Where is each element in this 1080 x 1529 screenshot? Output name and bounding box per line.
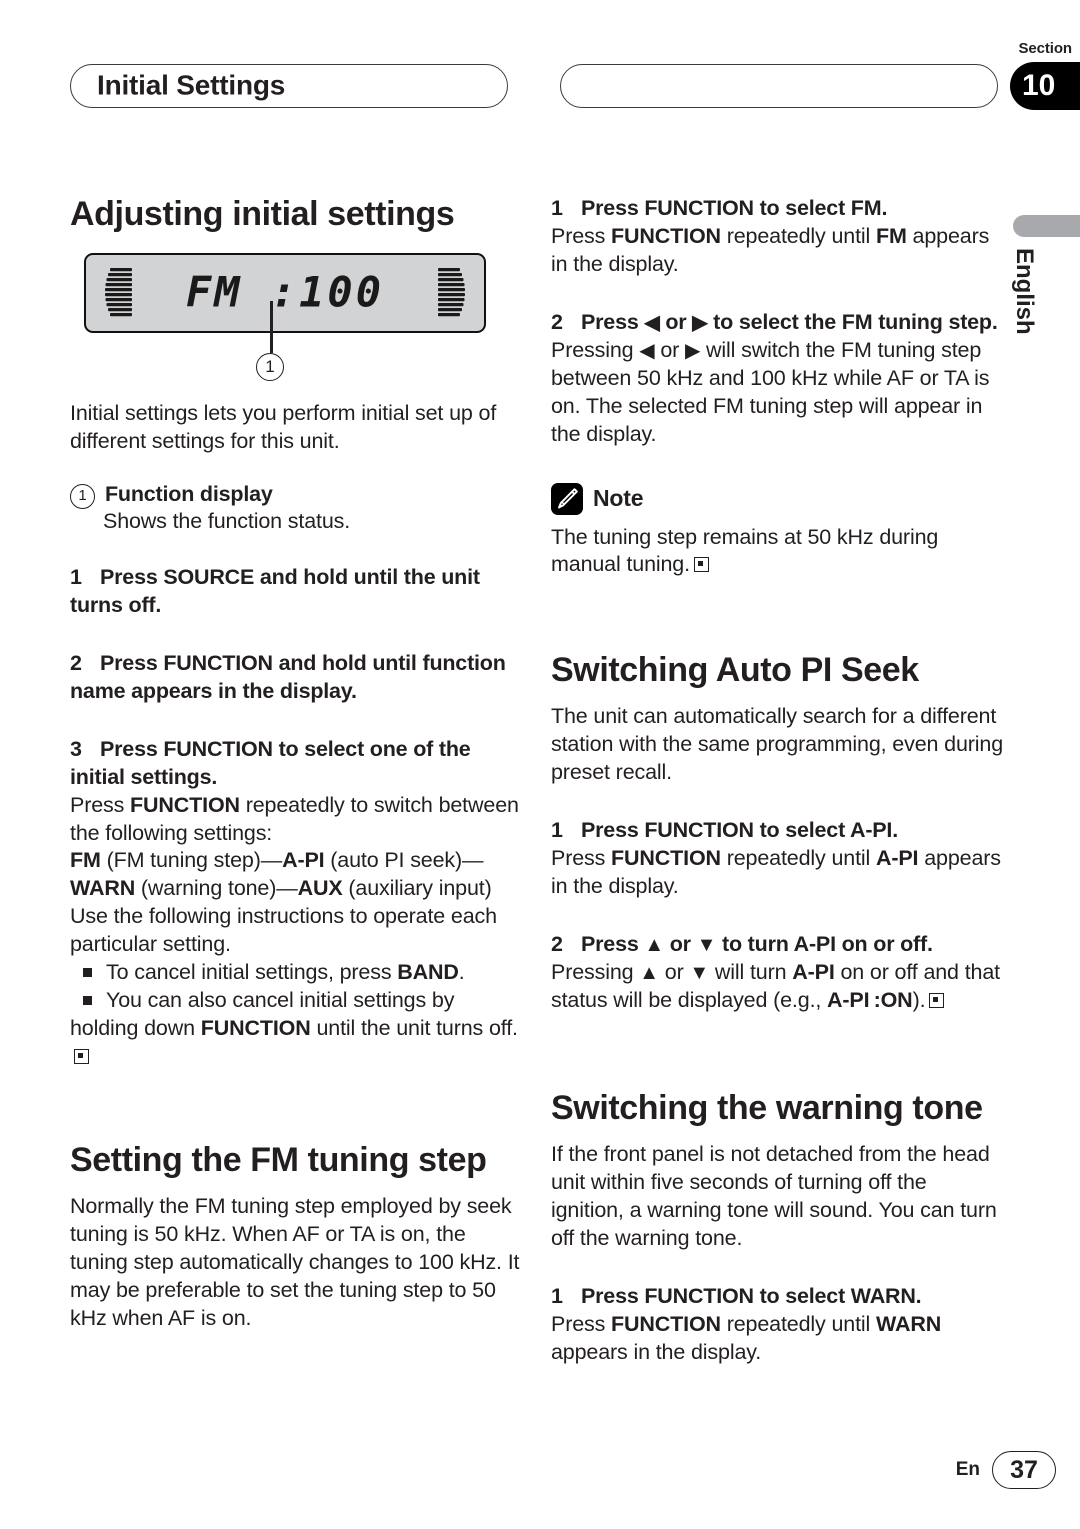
page-title: Initial Settings — [97, 69, 286, 101]
up-arrow-icon: ▲ — [639, 962, 659, 985]
note-text: The tuning step remains at 50 kHz during… — [551, 524, 939, 577]
fm-step-2-body: Pressing ◀ or ▶ will switch the FM tunin… — [551, 337, 990, 446]
heading-adjusting-initial-settings: Adjusting initial settings — [70, 195, 455, 233]
function-display-callout-heading: 1 Function display — [70, 482, 522, 509]
step-1-title: 1 Press SOURCE and hold until the unit tu… — [70, 564, 522, 620]
lcd-display-figure: FM :100 1 — [70, 253, 486, 383]
warn-step-1-title: 1 Press FUNCTION to select WARN. — [551, 1283, 1003, 1311]
fm-tuning-intro: Normally the FM tuning step employed by … — [70, 1194, 520, 1330]
warn-step-1-body: Press FUNCTION repeatedly until WARN app… — [551, 1311, 942, 1364]
api-step-1-title: 1 Press FUNCTION to select A-PI. — [551, 817, 1003, 845]
left-arrow-icon: ◀ — [644, 311, 660, 334]
pencil-glyph — [558, 487, 578, 508]
down-arrow-icon: ▼ — [696, 934, 717, 957]
warn-step-1-text: Press FUNCTION to select WARN. — [581, 1283, 922, 1308]
page-header: Initial Settings — [70, 64, 1010, 110]
step-1-block: 1 Press SOURCE and hold until the unit tu… — [70, 564, 522, 620]
section-number-badge: 10 — [1010, 62, 1080, 110]
lcd-panel: FM :100 — [84, 253, 486, 334]
end-of-topic-icon — [929, 992, 945, 1008]
page-footer: En 37 — [0, 1451, 1080, 1491]
callout-number-inline: 1 — [70, 483, 95, 509]
fm-step-2-number: 2 — [551, 309, 563, 334]
bullet-item-1: To cancel initial settings, press BAND. — [70, 959, 522, 987]
section-label: Section — [1018, 40, 1073, 57]
step-3-body-2: FM (FM tuning step)—A-PI (auto PI seek)—… — [70, 848, 492, 901]
fm-step-1-text: Press FUNCTION to select FM. — [581, 196, 888, 220]
lcd-right-bars-icon — [438, 268, 465, 317]
step-1-number: 1 — [70, 564, 82, 589]
page-number: 37 — [992, 1451, 1056, 1489]
header-blank-pill — [560, 64, 998, 108]
up-arrow-icon: ▲ — [644, 934, 664, 957]
end-of-topic-icon — [693, 557, 709, 573]
right-arrow-icon: ▶ — [684, 339, 701, 362]
square-bullet-icon — [83, 996, 92, 1006]
step-3-body-3: Use the following instructions to operat… — [70, 904, 497, 957]
step-2-title: 2 Press FUNCTION and hold until function … — [70, 650, 522, 706]
warn-step-1-block: 1 Press FUNCTION to select WARN. Press FU… — [551, 1283, 1003, 1367]
api-step-2-block: 2 Press ▲ or ▼ to turn A-PI on or off. Pr… — [551, 931, 1003, 1015]
auto-pi-intro: The unit can automatically search for a … — [551, 704, 1004, 785]
step-2-number: 2 — [70, 650, 82, 675]
api-step-1-text: Press FUNCTION to select A-PI. — [581, 818, 898, 843]
chapter-title-pill: Initial Settings — [70, 64, 508, 108]
language-tab-bar — [1013, 215, 1080, 237]
fm-step-2-title: 2 Press ◀ or ▶ to select the FM tuning st… — [551, 309, 1003, 337]
api-step-2-number: 2 — [551, 932, 563, 957]
right-column: 1 Press FUNCTION to select FM. Press FUNC… — [551, 195, 1003, 1367]
callout-leader-line — [270, 301, 273, 354]
end-of-topic-icon — [74, 1049, 89, 1065]
language-tab-label: English — [1011, 248, 1038, 335]
fm-step-1-body: Press FUNCTION repeatedly until FM appea… — [551, 223, 990, 276]
bullet-item-2: You can also cancel initial settings by … — [70, 987, 522, 1071]
right-arrow-icon: ▶ — [692, 311, 708, 334]
warn-step-1-number: 1 — [551, 1283, 563, 1308]
api-step-1-number: 1 — [551, 818, 563, 843]
api-step-2-body: Pressing ▲ or ▼ will turn A-PI on or off… — [551, 960, 1000, 1012]
step-3-title: 3 Press FUNCTION to select one of the ini… — [70, 736, 522, 792]
step-3-body-1: Press FUNCTION repeatedly to switch betw… — [70, 792, 519, 845]
intro-paragraph: Initial settings lets you perform initia… — [70, 401, 497, 454]
api-step-1-body: Press FUNCTION repeatedly until A-PI app… — [551, 846, 1001, 899]
step-1-text: Press SOURCE and hold until the unit tur… — [70, 564, 480, 617]
api-step-1-block: 1 Press FUNCTION to select A-PI. Press FU… — [551, 817, 1003, 901]
footer-language-code: En — [955, 1459, 980, 1480]
warning-tone-intro: If the front panel is not detached from … — [551, 1141, 997, 1250]
step-3-block: 3 Press FUNCTION to select one of the ini… — [70, 736, 522, 1071]
left-column: Adjusting initial settings FM :100 1 Ini… — [70, 195, 522, 1333]
function-display-description: Shows the function status. — [103, 508, 351, 533]
heading-setting-fm-tuning-step: Setting the FM tuning step — [70, 1140, 487, 1179]
cancel-bullet-list: To cancel initial settings, press BAND. … — [70, 959, 522, 1071]
down-arrow-icon: ▼ — [689, 962, 710, 985]
pencil-icon — [551, 482, 583, 515]
step-3-text: Press FUNCTION to select one of the init… — [70, 736, 471, 789]
square-bullet-icon — [83, 968, 92, 978]
function-display-label: Function display — [105, 481, 273, 506]
note-header: Note — [551, 482, 1003, 515]
left-arrow-icon: ◀ — [639, 339, 655, 362]
fm-step-1-number: 1 — [551, 196, 563, 220]
lcd-readout: FM :100 — [185, 267, 384, 317]
callout-marker-1: 1 — [256, 353, 284, 382]
step-2-block: 2 Press FUNCTION and hold until function … — [70, 650, 522, 706]
heading-switching-auto-pi-seek: Switching Auto PI Seek — [551, 651, 919, 690]
note-label: Note — [593, 485, 644, 511]
fm-step-1-block: 1 Press FUNCTION to select FM. Press FUNC… — [551, 195, 1003, 279]
heading-switching-warning-tone: Switching the warning tone — [551, 1088, 983, 1127]
api-step-2-title: 2 Press ▲ or ▼ to turn A-PI on or off. — [551, 931, 1003, 959]
step-3-number: 3 — [70, 736, 82, 761]
step-2-text: Press FUNCTION and hold until function n… — [70, 650, 506, 703]
fm-step-1-title: 1 Press FUNCTION to select FM. — [551, 195, 1003, 223]
fm-step-2-block: 2 Press ◀ or ▶ to select the FM tuning st… — [551, 309, 1003, 449]
